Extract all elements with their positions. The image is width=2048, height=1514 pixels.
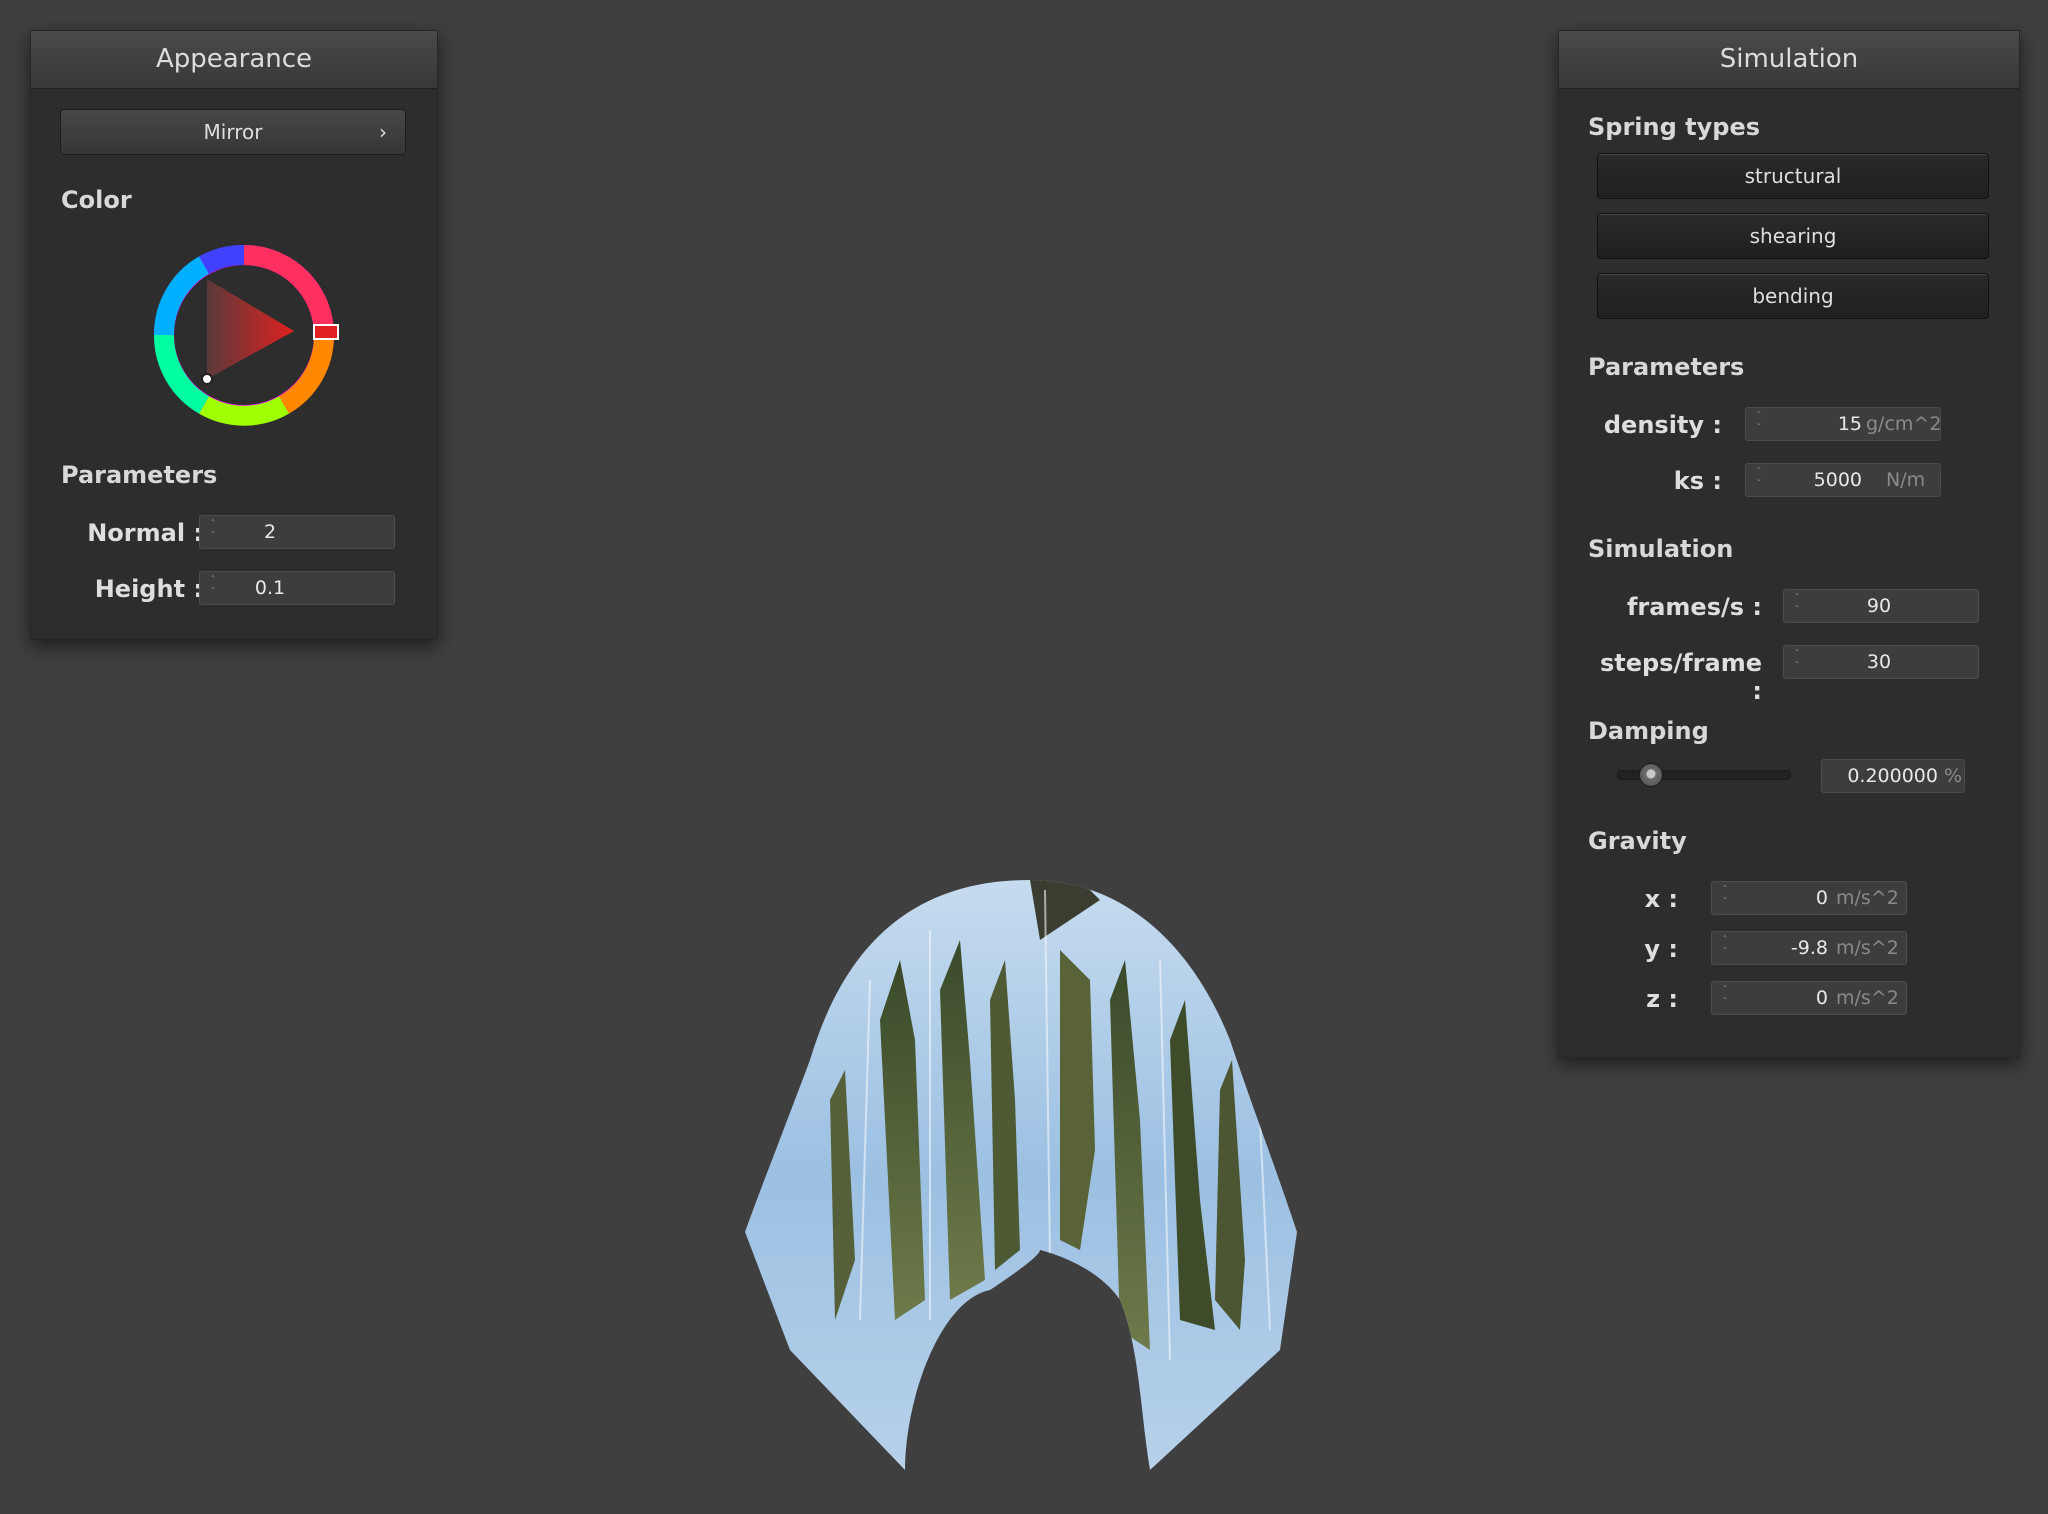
ks-value: 5000	[1813, 469, 1862, 491]
spinner-arrows-icon[interactable]: ˆˇ	[1752, 411, 1766, 435]
gravity-z-input[interactable]: ˆˇ 0 m/s^2	[1711, 981, 1907, 1015]
steps-input[interactable]: ˆˇ 30	[1783, 645, 1979, 679]
height-input[interactable]: ˆˇ 0.1	[199, 571, 395, 605]
color-picker-handle[interactable]	[201, 373, 213, 385]
spinner-arrows-icon[interactable]: ˆˇ	[1752, 467, 1766, 491]
simulation-panel: Simulation Spring types structural shear…	[1558, 30, 2020, 1058]
height-label: Height :	[94, 575, 203, 603]
gravity-y-input[interactable]: ˆˇ -9.8 m/s^2	[1711, 931, 1907, 965]
shearing-button[interactable]: shearing	[1597, 213, 1989, 259]
gravity-y-value: -9.8	[1790, 937, 1828, 959]
sim-section-label: Simulation	[1588, 535, 1734, 563]
damping-value: 0.200000	[1847, 765, 1938, 787]
structural-button[interactable]: structural	[1597, 153, 1989, 199]
gravity-label: Gravity	[1588, 827, 1687, 855]
color-label: Color	[61, 186, 132, 214]
gravity-x-label: x :	[1644, 885, 1678, 913]
spinner-arrows-icon[interactable]: ˆˇ	[206, 519, 220, 543]
density-unit: g/cm^2	[1866, 413, 1942, 435]
gravity-z-value: 0	[1815, 987, 1828, 1009]
simulation-title: Simulation	[1559, 31, 2019, 89]
shader-selected: Mirror	[203, 120, 263, 144]
density-label: density :	[1603, 411, 1722, 439]
color-wheel[interactable]	[144, 235, 344, 435]
spring-types-label: Spring types	[1588, 113, 1761, 141]
spinner-arrows-icon[interactable]: ˆˇ	[1718, 985, 1732, 1009]
ks-label: ks :	[1673, 467, 1722, 495]
fps-value: 90	[1866, 595, 1892, 617]
normal-label: Normal :	[87, 519, 203, 547]
spinner-arrows-icon[interactable]: ˆˇ	[1718, 935, 1732, 959]
gravity-x-value: 0	[1815, 887, 1828, 909]
damping-label: Damping	[1588, 717, 1709, 745]
shader-combo[interactable]: Mirror ›	[60, 109, 406, 155]
fps-label: frames/s :	[1626, 593, 1762, 621]
gravity-y-unit: m/s^2	[1836, 937, 1899, 959]
steps-value: 30	[1866, 651, 1892, 673]
gravity-x-input[interactable]: ˆˇ 0 m/s^2	[1711, 881, 1907, 915]
normal-input[interactable]: ˆˇ 2	[199, 515, 395, 549]
bending-button[interactable]: bending	[1597, 273, 1989, 319]
spinner-arrows-icon[interactable]: ˆˇ	[1790, 593, 1804, 617]
damping-slider-knob[interactable]	[1639, 763, 1664, 787]
normal-value: 2	[263, 521, 277, 543]
appearance-panel: Appearance Mirror › Color Parameters Nor…	[30, 30, 438, 640]
fps-input[interactable]: ˆˇ 90	[1783, 589, 1979, 623]
gravity-z-unit: m/s^2	[1836, 987, 1899, 1009]
density-value: 15	[1837, 413, 1862, 435]
gravity-z-label: z :	[1646, 985, 1678, 1013]
density-input[interactable]: ˆˇ 15 g/cm^2	[1745, 407, 1941, 441]
chevron-right-icon: ›	[379, 120, 387, 144]
steps-label: steps/frame :	[1599, 649, 1762, 705]
height-value: 0.1	[254, 577, 286, 599]
ks-unit: N/m	[1886, 469, 1926, 491]
gravity-y-label: y :	[1644, 935, 1678, 963]
damping-unit: %	[1944, 765, 1963, 787]
hue-handle[interactable]	[313, 324, 339, 340]
damping-input[interactable]: 0.200000 %	[1821, 759, 1965, 793]
ks-input[interactable]: ˆˇ 5000 N/m	[1745, 463, 1941, 497]
appearance-title: Appearance	[31, 31, 437, 89]
appearance-params-label: Parameters	[61, 461, 218, 489]
spinner-arrows-icon[interactable]: ˆˇ	[1790, 649, 1804, 673]
gravity-x-unit: m/s^2	[1836, 887, 1899, 909]
sim-params-label: Parameters	[1588, 353, 1745, 381]
spinner-arrows-icon[interactable]: ˆˇ	[1718, 885, 1732, 909]
spinner-arrows-icon[interactable]: ˆˇ	[206, 575, 220, 599]
